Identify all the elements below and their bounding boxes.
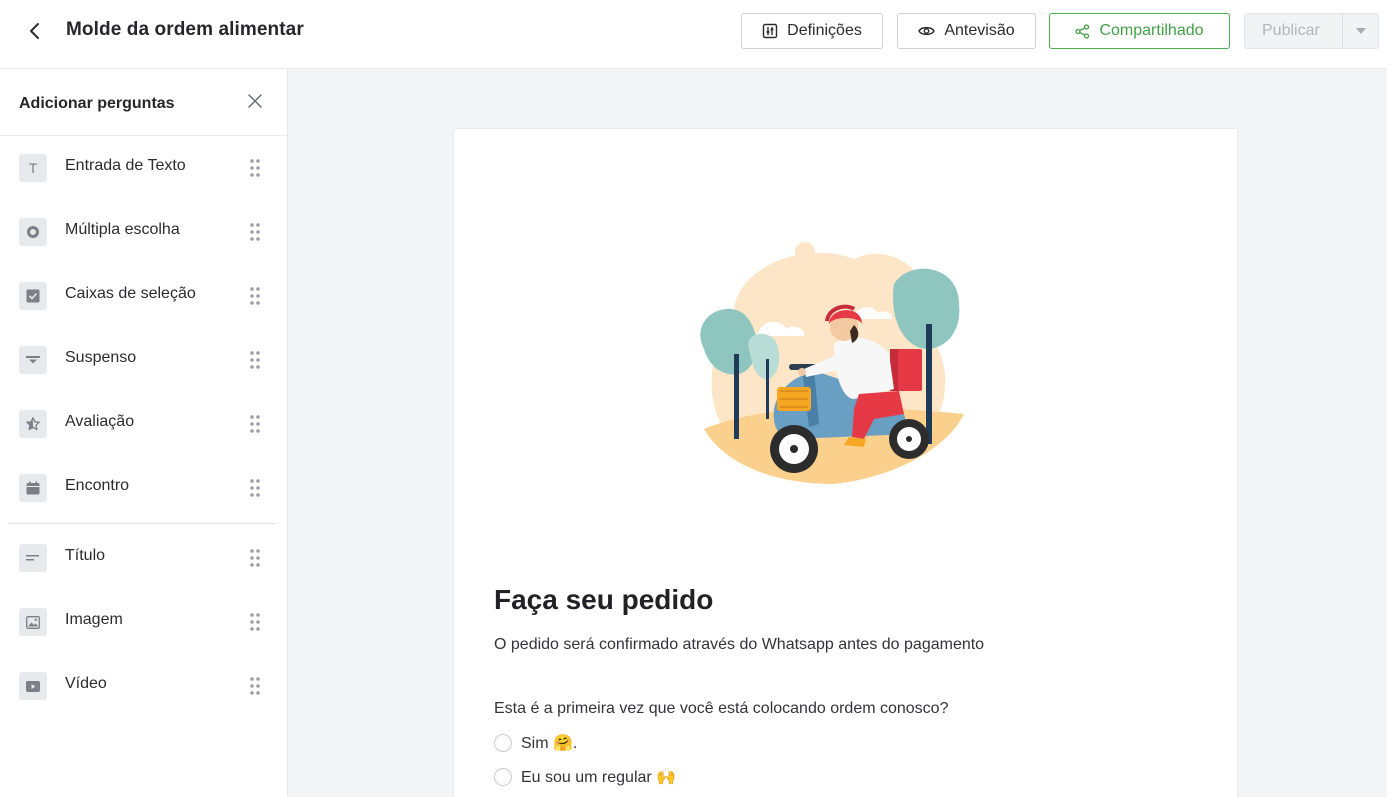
caret-down-icon (1355, 28, 1366, 34)
chevron-left-icon (30, 23, 39, 39)
publish-dropdown-toggle[interactable] (1342, 14, 1378, 48)
share-button[interactable]: Compartilhado (1049, 13, 1230, 49)
publish-label: Publicar (1262, 22, 1320, 39)
sidebar-item-text-input[interactable]: T Entrada de Texto (0, 143, 287, 193)
sidebar-title: Adicionar perguntas (19, 95, 175, 112)
drag-handle-icon[interactable] (249, 414, 261, 434)
settings-button[interactable]: Definições (741, 13, 883, 49)
sidebar-item-label: Encontro (65, 477, 130, 494)
sidebar-item-label: Múltipla escolha (65, 221, 180, 238)
page-title: Molde da ordem alimentar (66, 19, 304, 40)
back-button[interactable] (22, 18, 48, 44)
sidebar-item-multiple-choice[interactable]: Múltipla escolha (0, 207, 287, 257)
question-sidebar: Adicionar perguntas T Entrada de Texto M… (0, 69, 288, 797)
question-label: Esta é a primeira vez que você está colo… (494, 700, 949, 717)
dropdown-icon (19, 346, 47, 374)
radio-option[interactable]: Eu sou um regular 🙌 (494, 766, 676, 788)
drag-handle-icon[interactable] (249, 350, 261, 370)
text-icon: T (19, 154, 47, 182)
sidebar-item-label: Entrada de Texto (65, 157, 186, 174)
top-bar: Molde da ordem alimentar Definições Ante… (0, 0, 1387, 69)
sidebar-item-date[interactable]: Encontro (0, 463, 287, 513)
text-icon-glyph: T (28, 160, 38, 176)
video-icon (19, 672, 47, 700)
drag-handle-icon[interactable] (249, 676, 261, 696)
radio-option[interactable]: Sim 🤗. (494, 732, 577, 754)
close-icon (248, 94, 262, 108)
settings-label: Definições (787, 22, 862, 39)
checkbox-icon (19, 282, 47, 310)
drag-handle-icon[interactable] (249, 286, 261, 306)
share-icon (1075, 23, 1090, 39)
sidebar-divider (8, 523, 276, 524)
image-icon (19, 608, 47, 636)
form-preview-card: Faça seu pedido O pedido será confirmado… (453, 128, 1238, 797)
radio-option-label: Eu sou um regular 🙌 (521, 769, 677, 786)
sidebar-item-heading[interactable]: Título (0, 533, 287, 583)
preview-label: Antevisão (944, 22, 1015, 39)
sidebar-item-image[interactable]: Imagem (0, 597, 287, 647)
drag-handle-icon[interactable] (249, 158, 261, 178)
form-description: O pedido será confirmado através do What… (494, 636, 985, 653)
sidebar-item-rating[interactable]: Avaliação (0, 399, 287, 449)
heading-icon (19, 544, 47, 572)
sidebar-item-checkboxes[interactable]: Caixas de seleção (0, 271, 287, 321)
radio-button[interactable] (494, 734, 512, 752)
sidebar-item-label: Imagem (65, 611, 123, 628)
sidebar-item-label: Suspenso (65, 349, 137, 366)
sidebar-header: Adicionar perguntas (0, 69, 287, 136)
form-title: Faça seu pedido (494, 584, 714, 615)
radio-button[interactable] (494, 768, 512, 786)
star-icon (19, 410, 47, 438)
calendar-icon (19, 474, 47, 502)
preview-button[interactable]: Antevisão (897, 13, 1036, 49)
sidebar-item-label: Avaliação (65, 413, 135, 430)
sidebar-item-video[interactable]: Vídeo (0, 661, 287, 711)
radio-icon (19, 218, 47, 246)
drag-handle-icon[interactable] (249, 612, 261, 632)
drag-handle-icon[interactable] (249, 478, 261, 498)
sliders-icon (762, 23, 778, 39)
share-label: Compartilhado (1099, 22, 1204, 39)
sidebar-item-label: Vídeo (65, 675, 107, 692)
delivery-scooter-illustration (700, 242, 964, 484)
close-sidebar-button[interactable] (245, 91, 265, 111)
eye-icon (918, 26, 936, 36)
publish-button[interactable]: Publicar (1244, 13, 1379, 49)
drag-handle-icon[interactable] (249, 222, 261, 242)
sidebar-item-dropdown[interactable]: Suspenso (0, 335, 287, 385)
sidebar-item-label: Título (65, 547, 106, 564)
drag-handle-icon[interactable] (249, 548, 261, 568)
sidebar-item-label: Caixas de seleção (65, 285, 196, 302)
radio-option-label: Sim 🤗. (521, 735, 578, 752)
